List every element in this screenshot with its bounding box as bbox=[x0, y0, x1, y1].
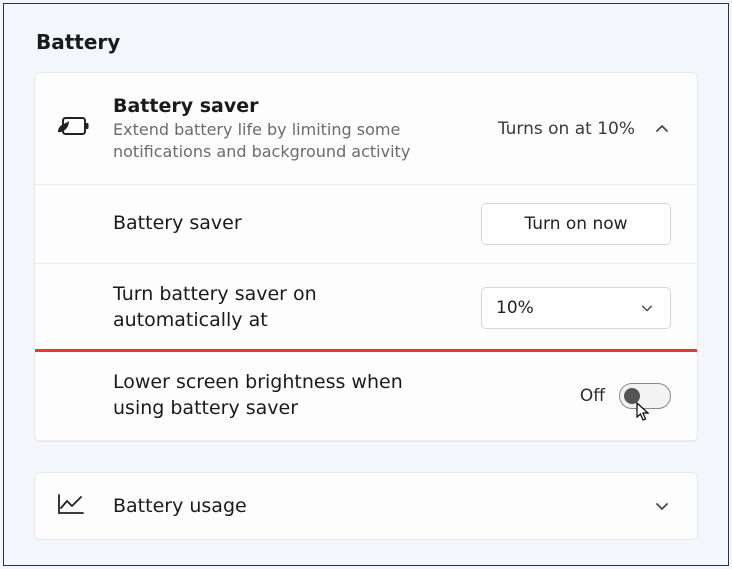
battery-saver-title: Battery saver bbox=[113, 95, 478, 117]
battery-saver-card: Battery saver Extend battery life by lim… bbox=[34, 72, 698, 442]
brightness-label: Lower screen brightness when using batte… bbox=[113, 370, 413, 421]
brightness-row: Lower screen brightness when using batte… bbox=[35, 352, 697, 440]
turn-on-now-button[interactable]: Turn on now bbox=[481, 203, 671, 245]
chevron-down-icon bbox=[638, 299, 656, 317]
chevron-up-icon bbox=[653, 120, 671, 138]
chevron-down-icon bbox=[653, 497, 671, 515]
battery-saver-sub-label: Battery saver bbox=[113, 211, 413, 237]
page-title: Battery bbox=[36, 30, 698, 54]
brightness-toggle-state: Off bbox=[580, 386, 605, 406]
battery-saver-toggle-row: Battery saver Turn on now bbox=[35, 185, 697, 264]
battery-saver-status: Turns on at 10% bbox=[498, 119, 635, 139]
battery-usage-title: Battery usage bbox=[113, 495, 653, 517]
auto-on-value: 10% bbox=[496, 298, 534, 318]
battery-saver-desc: Extend battery life by limiting some not… bbox=[113, 119, 433, 162]
battery-leaf-icon bbox=[57, 115, 91, 143]
battery-saver-header-row[interactable]: Battery saver Extend battery life by lim… bbox=[35, 73, 697, 185]
chart-icon bbox=[57, 493, 85, 519]
auto-on-row: Turn battery saver on automatically at 1… bbox=[35, 264, 697, 352]
brightness-toggle[interactable] bbox=[619, 383, 671, 409]
auto-on-select[interactable]: 10% bbox=[481, 287, 671, 329]
battery-usage-row[interactable]: Battery usage bbox=[34, 472, 698, 540]
auto-on-label: Turn battery saver on automatically at bbox=[113, 282, 413, 333]
